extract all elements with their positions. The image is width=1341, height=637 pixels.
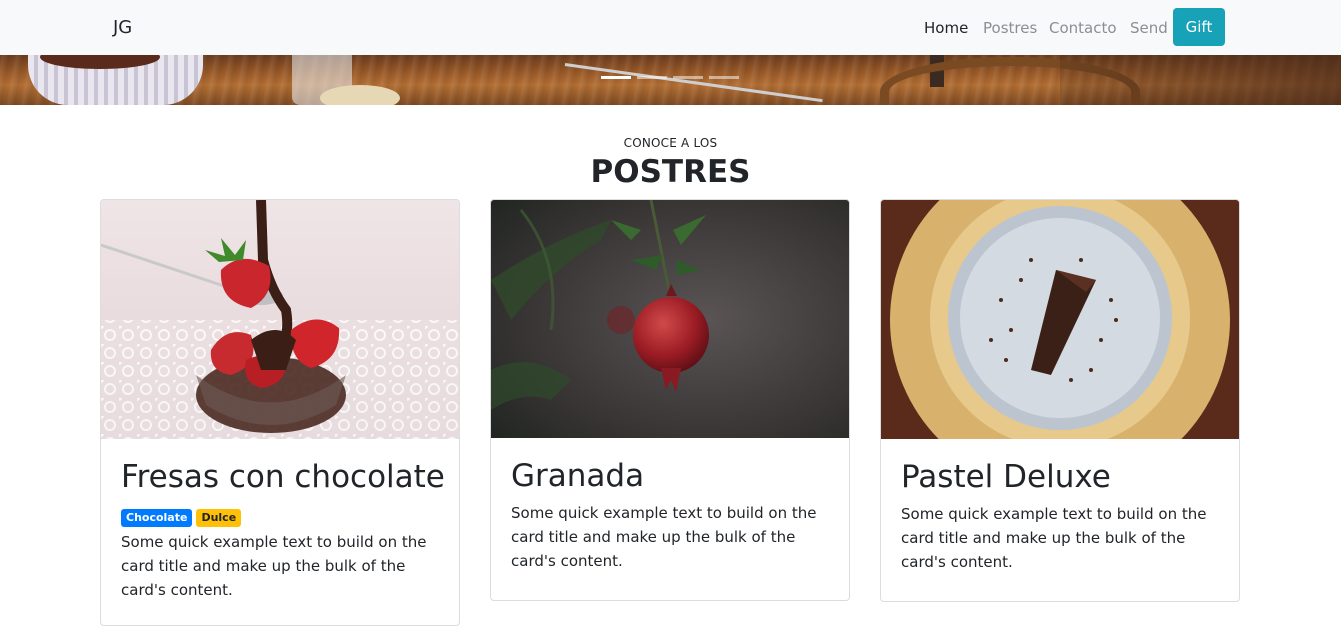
- badge-chocolate: Chocolate: [121, 509, 193, 527]
- bowl-shape: [320, 85, 400, 105]
- card-title: Pastel Deluxe: [901, 459, 1111, 495]
- carousel-indicator-1[interactable]: [601, 76, 631, 79]
- card-body: Fresas con chocolate Chocolate Dulce Som…: [121, 459, 445, 602]
- chocolate-cake-image: [881, 200, 1239, 439]
- section-subtitle: CONOCE A LOS: [623, 136, 718, 150]
- card-fresas: Fresas con chocolate Chocolate Dulce Som…: [100, 199, 460, 626]
- badge-dulce: Dulce: [196, 509, 242, 527]
- card-body: Granada Some quick example text to build…: [511, 458, 831, 573]
- strawberries-chocolate-image: [101, 200, 459, 439]
- carousel-indicator-4[interactable]: [709, 76, 739, 79]
- badge-group: Chocolate Dulce: [121, 509, 441, 527]
- card-text: Some quick example text to build on the …: [121, 533, 427, 599]
- hero-carousel-image: [0, 55, 1341, 105]
- card-text: Some quick example text to build on the …: [901, 505, 1207, 571]
- background-shade: [1060, 55, 1341, 105]
- card-text: Some quick example text to build on the …: [511, 504, 817, 570]
- card-body: Pastel Deluxe Some quick example text to…: [901, 459, 1221, 574]
- section-title: POSTRES: [590, 154, 751, 190]
- card-pastel: Pastel Deluxe Some quick example text to…: [880, 199, 1240, 602]
- carousel-indicators: [601, 76, 739, 79]
- gift-button[interactable]: Gift: [1173, 8, 1225, 46]
- card-granada: Granada Some quick example text to build…: [490, 199, 850, 601]
- nav-link-postres[interactable]: Postres: [983, 19, 1037, 37]
- nav-link-home[interactable]: Home: [924, 19, 968, 37]
- carousel-indicator-3[interactable]: [673, 76, 703, 79]
- carousel-indicator-2[interactable]: [637, 76, 667, 79]
- nav-link-contacto[interactable]: Contacto: [1049, 19, 1117, 37]
- card-title: Granada: [511, 458, 645, 494]
- nav-link-send[interactable]: Send: [1130, 19, 1168, 37]
- pomegranate-image: [491, 200, 849, 438]
- card-title: Fresas con chocolate: [121, 459, 445, 495]
- brand-logo[interactable]: JG: [113, 17, 132, 38]
- navbar: JG Home Postres Contacto Send Gift: [0, 0, 1341, 55]
